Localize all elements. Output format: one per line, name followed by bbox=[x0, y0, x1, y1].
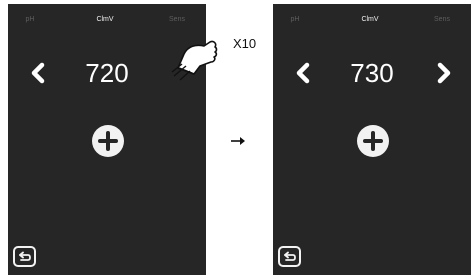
tab-ph[interactable]: pH bbox=[26, 14, 35, 26]
tab-bar: pH ClmV Sens bbox=[273, 14, 471, 26]
back-return-icon[interactable] bbox=[278, 246, 301, 267]
device-screen-after: pH ClmV Sens 730 bbox=[273, 4, 471, 275]
plus-icon[interactable] bbox=[357, 125, 389, 157]
arrow-right-icon bbox=[231, 137, 245, 145]
tab-clmv[interactable]: ClmV bbox=[96, 14, 113, 26]
tab-sens[interactable]: Sens bbox=[434, 14, 450, 26]
back-return-icon[interactable] bbox=[13, 246, 36, 267]
tap-hand-icon bbox=[171, 40, 218, 81]
repeat-count-label: X10 bbox=[233, 36, 257, 51]
plus-icon[interactable] bbox=[92, 125, 124, 157]
tab-clmv[interactable]: ClmV bbox=[361, 14, 378, 26]
tab-ph[interactable]: pH bbox=[291, 14, 300, 26]
tab-bar: pH ClmV Sens bbox=[8, 14, 206, 26]
increase-chevron-right-icon[interactable] bbox=[433, 61, 455, 85]
tab-sens[interactable]: Sens bbox=[169, 14, 185, 26]
